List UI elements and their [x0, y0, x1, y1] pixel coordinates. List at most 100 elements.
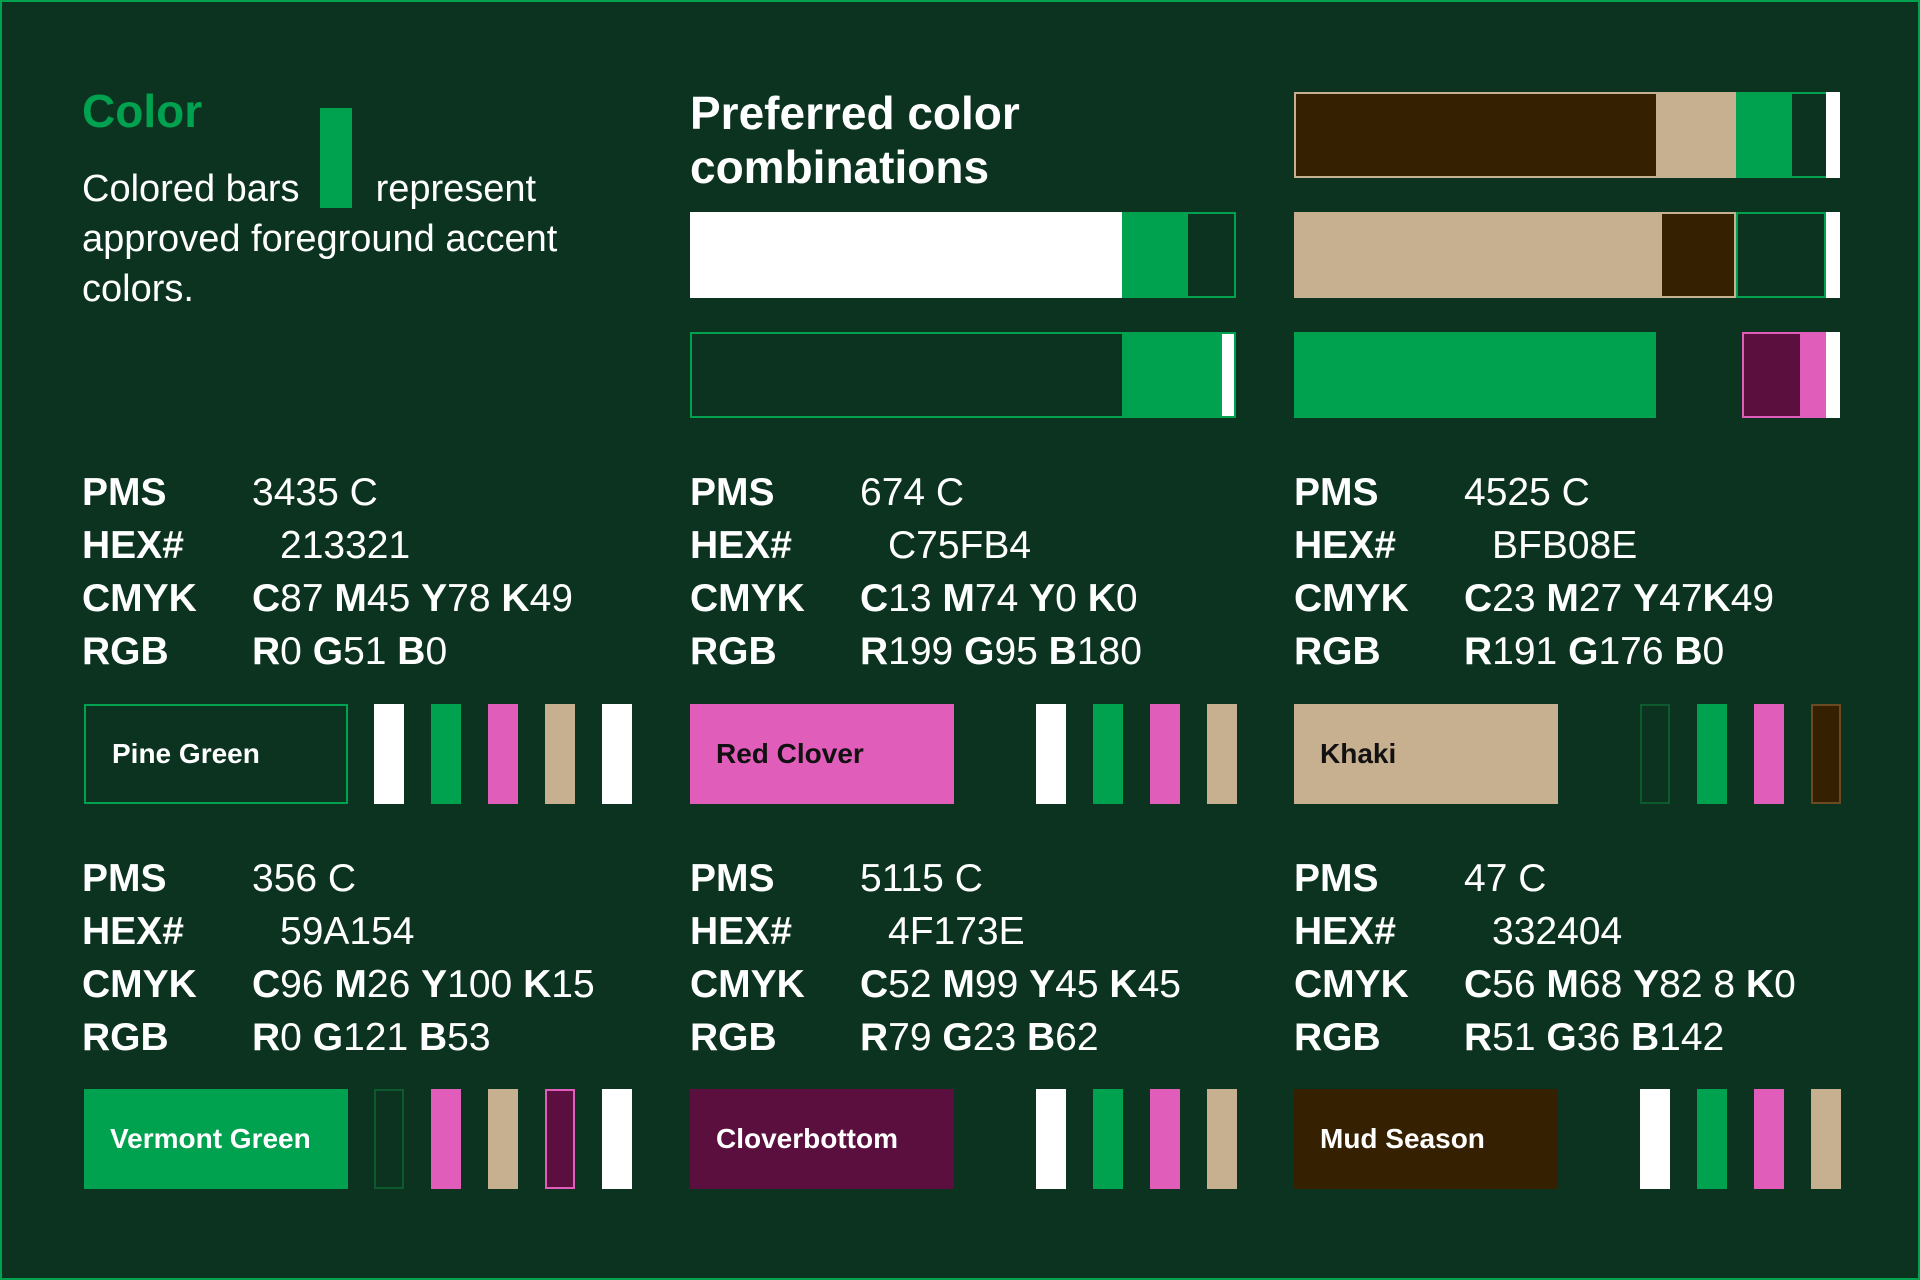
- cmyk-label: CMYK: [82, 963, 197, 1006]
- hex-value: 213321: [280, 524, 411, 567]
- spec-mud-season: PMS 47 C HEX# 332404 CMYK C56 M68 Y82 8 K0 …: [1294, 852, 1796, 1064]
- intro-description: Colored bars represent approved foregroun…: [82, 164, 602, 314]
- swatch-red-clover: Red Clover: [690, 704, 954, 804]
- rgb-label: RGB: [690, 630, 777, 673]
- rgb-value: R0 G121 B53: [252, 1016, 491, 1059]
- spec-cloverbottom: PMS 5115 C HEX# 4F173E CMYK C52 M99 Y45 K45…: [690, 852, 1181, 1064]
- hex-label: HEX#: [1294, 524, 1396, 567]
- accent-pine-green-bar: [1640, 704, 1670, 804]
- rgb-label: RGB: [1294, 1016, 1381, 1059]
- hex-label: HEX#: [1294, 910, 1396, 953]
- pms-label: PMS: [82, 471, 167, 514]
- accent-red-clover-bar: [431, 1089, 461, 1189]
- pms-label: PMS: [690, 857, 775, 900]
- accent-white-bar: [1640, 1089, 1670, 1189]
- hex-label: HEX#: [82, 524, 184, 567]
- rgb-label: RGB: [82, 630, 169, 673]
- accent-white-bar: [1036, 704, 1066, 804]
- accent-khaki-bar: [545, 704, 575, 804]
- pms-label: PMS: [690, 471, 775, 514]
- accent-red-clover-bar: [1754, 704, 1784, 804]
- intro-text-a: Colored bars: [82, 168, 300, 210]
- accent-khaki-bar: [1811, 1089, 1841, 1189]
- cmyk-value: C96 M26 Y100 K15: [252, 963, 595, 1006]
- combo-bar-khaki: [1294, 212, 1840, 298]
- rgb-label: RGB: [1294, 630, 1381, 673]
- cmyk-label: CMYK: [690, 963, 805, 1006]
- cmyk-value: C52 M99 Y45 K45: [860, 963, 1181, 1006]
- pms-label: PMS: [1294, 471, 1379, 514]
- cmyk-value: C56 M68 Y82 8 K0: [1464, 963, 1796, 1006]
- intro-text-line3: colors.: [82, 268, 194, 310]
- combinations-title-line1: Preferred color: [690, 87, 1020, 139]
- section-title-color: Color: [82, 85, 203, 137]
- combo-bar-mud-season: [1294, 92, 1840, 178]
- rgb-value: R0 G51 B0: [252, 630, 448, 673]
- pms-value: 3435 C: [252, 471, 378, 514]
- rgb-label: RGB: [82, 1016, 169, 1059]
- pms-label: PMS: [82, 857, 167, 900]
- cmyk-label: CMYK: [1294, 963, 1409, 1006]
- accent-red-clover-bar: [1150, 704, 1180, 804]
- accent-red-clover-bar: [1754, 1089, 1784, 1189]
- section-title-combinations: Preferred color combinations: [690, 86, 1020, 194]
- cmyk-value: C87 M45 Y78 K49: [252, 577, 573, 620]
- accent-vermont-green-bar: [1697, 1089, 1727, 1189]
- accent-vermont-green-bar: [1093, 1089, 1123, 1189]
- intro-text-b: represent: [375, 168, 537, 210]
- cmyk-value: C13 M74 Y0 K0: [860, 577, 1138, 620]
- spec-vermont-green: PMS 356 C HEX# 59A154 CMYK C96 M26 Y100 K15…: [82, 852, 595, 1064]
- pms-value: 356 C: [252, 857, 357, 900]
- rgb-value: R191 G176 B0: [1464, 630, 1725, 673]
- hex-label: HEX#: [82, 910, 184, 953]
- spec-khaki: PMS 4525 C HEX# BFB08E CMYK C23 M27 Y47K49 …: [1294, 466, 1774, 678]
- pms-value: 4525 C: [1464, 471, 1590, 514]
- accent-khaki-bar: [488, 1089, 518, 1189]
- pms-value: 47 C: [1464, 857, 1547, 900]
- swatch-khaki: Khaki: [1294, 704, 1558, 804]
- accent-mud-season-bar: [1811, 704, 1841, 804]
- cmyk-value: C23 M27 Y47K49: [1464, 577, 1775, 620]
- cmyk-label: CMYK: [82, 577, 197, 620]
- cmyk-label: CMYK: [690, 577, 805, 620]
- swatch-cloverbottom: Cloverbottom: [690, 1089, 954, 1189]
- accent-khaki-bar: [1207, 704, 1237, 804]
- intro-text-line2: approved foreground accent: [82, 218, 558, 260]
- pms-label: PMS: [1294, 857, 1379, 900]
- spec-red-clover: PMS 674 C HEX# C75FB4 CMYK C13 M74 Y0 K0 RG…: [690, 466, 1142, 678]
- combo-bar-white: [690, 212, 1236, 298]
- hex-value: 59A154: [280, 910, 415, 953]
- swatch-mud-season: Mud Season: [1294, 1089, 1558, 1189]
- combinations-title-line2: combinations: [690, 141, 990, 193]
- accent-white-bar: [1036, 1089, 1066, 1189]
- rgb-value: R199 G95 B180: [860, 630, 1142, 673]
- hex-value: 332404: [1492, 910, 1623, 953]
- combo-bar-vermont-green: [1294, 332, 1840, 418]
- combo-bar-pine-green: [690, 332, 1236, 418]
- hex-label: HEX#: [690, 910, 792, 953]
- hex-value: 4F173E: [888, 910, 1025, 953]
- accent-red-clover-bar: [488, 704, 518, 804]
- pms-value: 674 C: [860, 471, 965, 514]
- rgb-value: R79 G23 B62: [860, 1016, 1099, 1059]
- pms-value: 5115 C: [860, 857, 983, 900]
- accent-red-clover-bar: [1150, 1089, 1180, 1189]
- hex-value: BFB08E: [1492, 524, 1638, 567]
- swatch-vermont-green: Vermont Green: [84, 1089, 348, 1189]
- accent-cloverbottom-bar: [545, 1089, 575, 1189]
- rgb-value: R51 G36 B142: [1464, 1016, 1725, 1059]
- accent-khaki-bar: [1207, 1089, 1237, 1189]
- accent-vermont-green-bar: [1697, 704, 1727, 804]
- accent-white-bar: [602, 704, 632, 804]
- rgb-label: RGB: [690, 1016, 777, 1059]
- hex-label: HEX#: [690, 524, 792, 567]
- accent-vermont-green-bar: [431, 704, 461, 804]
- hex-value: C75FB4: [888, 524, 1032, 567]
- accent-white-bar: [374, 704, 404, 804]
- color-palette-page: Color Colored bars represent approved for…: [0, 0, 1920, 1280]
- accent-pine-green-bar: [374, 1089, 404, 1189]
- accent-vermont-green-bar: [1093, 704, 1123, 804]
- swatch-pine-green: Pine Green: [84, 704, 348, 804]
- spec-pine-green: PMS 3435 C HEX# 213321 CMYK C87 M45 Y78 K49…: [82, 466, 573, 678]
- cmyk-label: CMYK: [1294, 577, 1409, 620]
